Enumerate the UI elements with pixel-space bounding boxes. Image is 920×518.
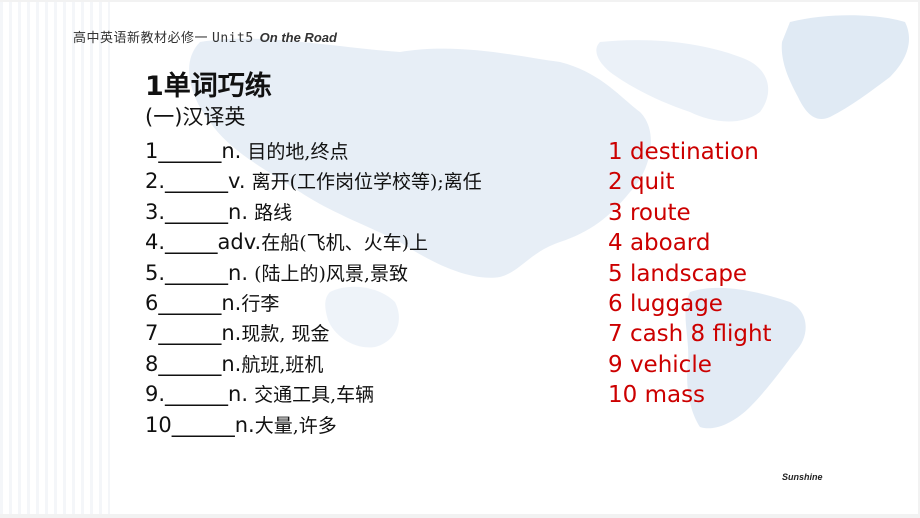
part-of-speech: n.: [228, 260, 249, 285]
answer-blank: ______: [165, 260, 229, 285]
answer-blank: ______: [158, 139, 222, 163]
section-subtitle: (一)汉译英: [145, 105, 246, 129]
question-number: 3.: [145, 199, 166, 224]
question-number: 9.: [145, 382, 166, 407]
question-item: 6______n.行李: [145, 288, 482, 318]
question-list: 1______n. 目的地,终点 2.______v. 离开(工作岗位学校等);…: [145, 136, 482, 440]
section-title: 1单词巧练: [145, 71, 272, 102]
question-number: 8: [145, 351, 159, 376]
footer-brand: Sunshine: [782, 472, 823, 482]
chinese-meaning: 行李: [241, 292, 280, 315]
question-item: 8______n.航班,班机: [145, 349, 482, 379]
question-item: 5.______n. (陆上的)风景,景致: [145, 258, 482, 288]
question-number: 4.: [145, 230, 166, 255]
answer-item: 9 vehicle: [608, 351, 712, 378]
chinese-meaning: 交通工具,车辆: [248, 384, 375, 407]
part-of-speech: n.: [221, 321, 242, 346]
answer-list: 1 destination 2 quit 3 route 4 aboard 5 …: [608, 137, 772, 411]
question-item: 10______n.大量,许多: [145, 410, 482, 440]
question-item: 3.______n. 路线: [145, 197, 482, 227]
answer-blank: ______: [158, 351, 222, 376]
map-landmass-greenland: [781, 15, 910, 120]
part-of-speech: adv.: [217, 230, 262, 255]
question-item: 2.______v. 离开(工作岗位学校等);离任: [145, 166, 482, 196]
answer-item: 5 landscape: [608, 260, 748, 287]
answer-blank: ______: [158, 321, 222, 346]
question-item: 4._____adv.在船(飞机、火车)上: [145, 227, 482, 257]
answer-blank: ______: [165, 199, 229, 224]
answer-item: 2 quit: [608, 169, 675, 196]
header-title: On the Road: [259, 30, 337, 45]
question-number: 10: [145, 412, 172, 437]
answer-item: 4 aboard: [608, 230, 711, 257]
question-number: 7: [145, 321, 159, 346]
question-item: 7______n.现款, 现金: [145, 318, 482, 348]
question-item: 9.______n. 交通工具,车辆: [145, 379, 482, 409]
chinese-meaning: 离开(工作岗位学校等);离任: [245, 171, 482, 194]
question-number: 5.: [145, 260, 166, 285]
answer-blank: ______: [165, 169, 229, 194]
slide-header: 高中英语新教材必修一 Unit5 On the Road: [73, 27, 337, 46]
question-item: 1______n. 目的地,终点: [145, 136, 482, 166]
part-of-speech: n.: [228, 382, 249, 407]
part-of-speech: n.: [221, 139, 242, 163]
answer-item: 7 cash 8 flight: [608, 321, 772, 348]
chinese-meaning: (陆上的)风景,景致: [248, 262, 408, 285]
chinese-meaning: 现款, 现金: [241, 323, 330, 346]
chinese-meaning: 路线: [248, 201, 293, 224]
part-of-speech: n.: [228, 199, 249, 224]
header-unit: Unit5: [212, 31, 254, 46]
header-course: 高中英语新教材必修一: [73, 31, 209, 46]
question-number: 6: [145, 290, 159, 315]
chinese-meaning: 航班,班机: [241, 353, 324, 376]
part-of-speech: n.: [234, 412, 255, 437]
answer-blank: _____: [165, 230, 218, 255]
answer-blank: ______: [165, 382, 229, 407]
chinese-meaning: 大量,许多: [254, 414, 337, 437]
question-number: 2.: [145, 169, 166, 194]
answer-item: 3 route: [608, 199, 691, 226]
answer-item: 10 mass: [608, 382, 706, 409]
answer-blank: ______: [171, 412, 235, 437]
question-number: 1: [145, 139, 159, 163]
part-of-speech: n.: [221, 290, 242, 315]
answer-item: 6 luggage: [608, 290, 723, 317]
answer-item: 1 destination: [608, 139, 759, 165]
part-of-speech: n.: [221, 351, 242, 376]
slide: 高中英语新教材必修一 Unit5 On the Road 1单词巧练 (一)汉译英 …: [0, 2, 918, 514]
answer-blank: ______: [158, 290, 222, 315]
chinese-meaning: 在船(飞机、火车)上: [261, 232, 429, 255]
part-of-speech: v.: [228, 169, 246, 194]
chinese-meaning: 目的地,终点: [241, 141, 349, 163]
